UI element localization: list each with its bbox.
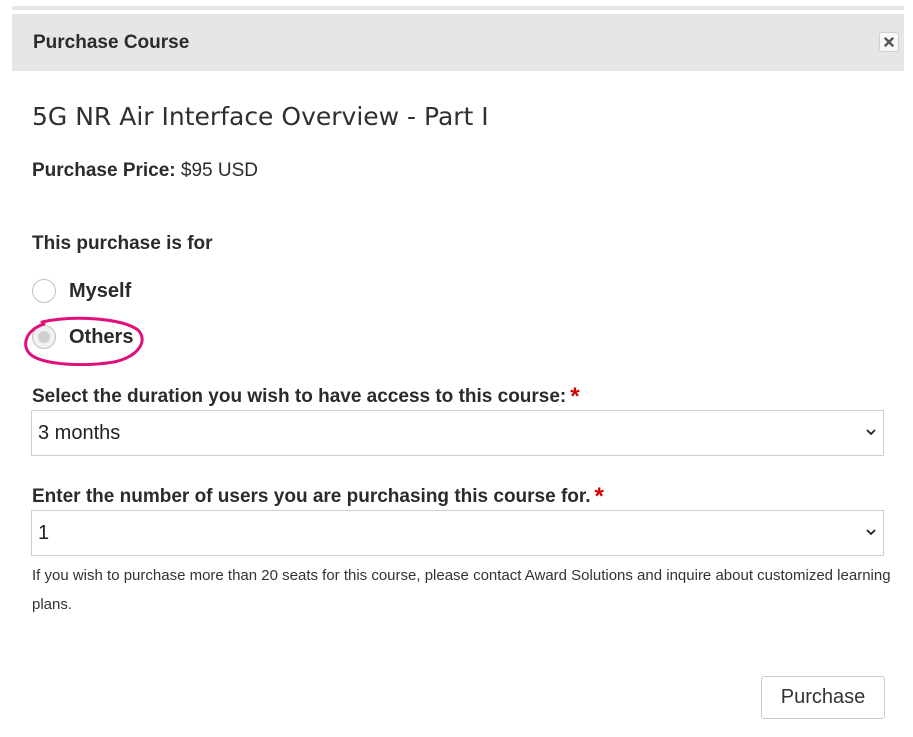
duration-select-value: 3 months xyxy=(38,421,121,444)
users-label-text: Enter the number of users you are purcha… xyxy=(32,486,591,507)
purchase-price-label: Purchase Price: xyxy=(32,160,176,181)
users-label: Enter the number of users you are purcha… xyxy=(32,481,604,510)
modal-header: Purchase Course xyxy=(12,14,904,71)
radio-others-label: Others xyxy=(69,325,134,348)
duration-select[interactable]: 3 months xyxy=(31,410,884,456)
radio-myself-circle[interactable] xyxy=(32,279,56,303)
duration-label: Select the duration you wish to have acc… xyxy=(32,381,580,410)
users-help-text: If you wish to purchase more than 20 sea… xyxy=(32,567,891,613)
duration-label-text: Select the duration you wish to have acc… xyxy=(32,386,567,407)
radio-myself-label: Myself xyxy=(69,279,132,302)
close-button[interactable] xyxy=(879,32,899,52)
modal-title: Purchase Course xyxy=(33,32,190,53)
radio-myself[interactable]: Myself xyxy=(32,277,131,305)
purchase-button[interactable]: Purchase xyxy=(761,676,885,719)
radio-others[interactable]: Others xyxy=(32,323,133,351)
radio-others-circle[interactable] xyxy=(32,325,56,349)
users-select-value: 1 xyxy=(38,521,50,544)
users-select[interactable]: 1 xyxy=(31,510,884,556)
duration-required-mark: * xyxy=(570,383,580,410)
purchase-price-value: $95 USD xyxy=(180,160,259,181)
purchase-for-heading: This purchase is for xyxy=(32,233,213,254)
close-icon xyxy=(884,37,894,47)
chevron-down-icon xyxy=(866,529,876,536)
users-required-mark: * xyxy=(594,483,604,510)
course-title: 5G NR Air Interface Overview - Part I xyxy=(32,102,489,131)
top-divider xyxy=(12,6,904,10)
chevron-down-icon xyxy=(866,429,876,436)
purchase-price: Purchase Price: $95 USD xyxy=(32,160,258,182)
purchase-course-modal: Purchase Course 5G NR Air Interface Over… xyxy=(0,0,913,737)
